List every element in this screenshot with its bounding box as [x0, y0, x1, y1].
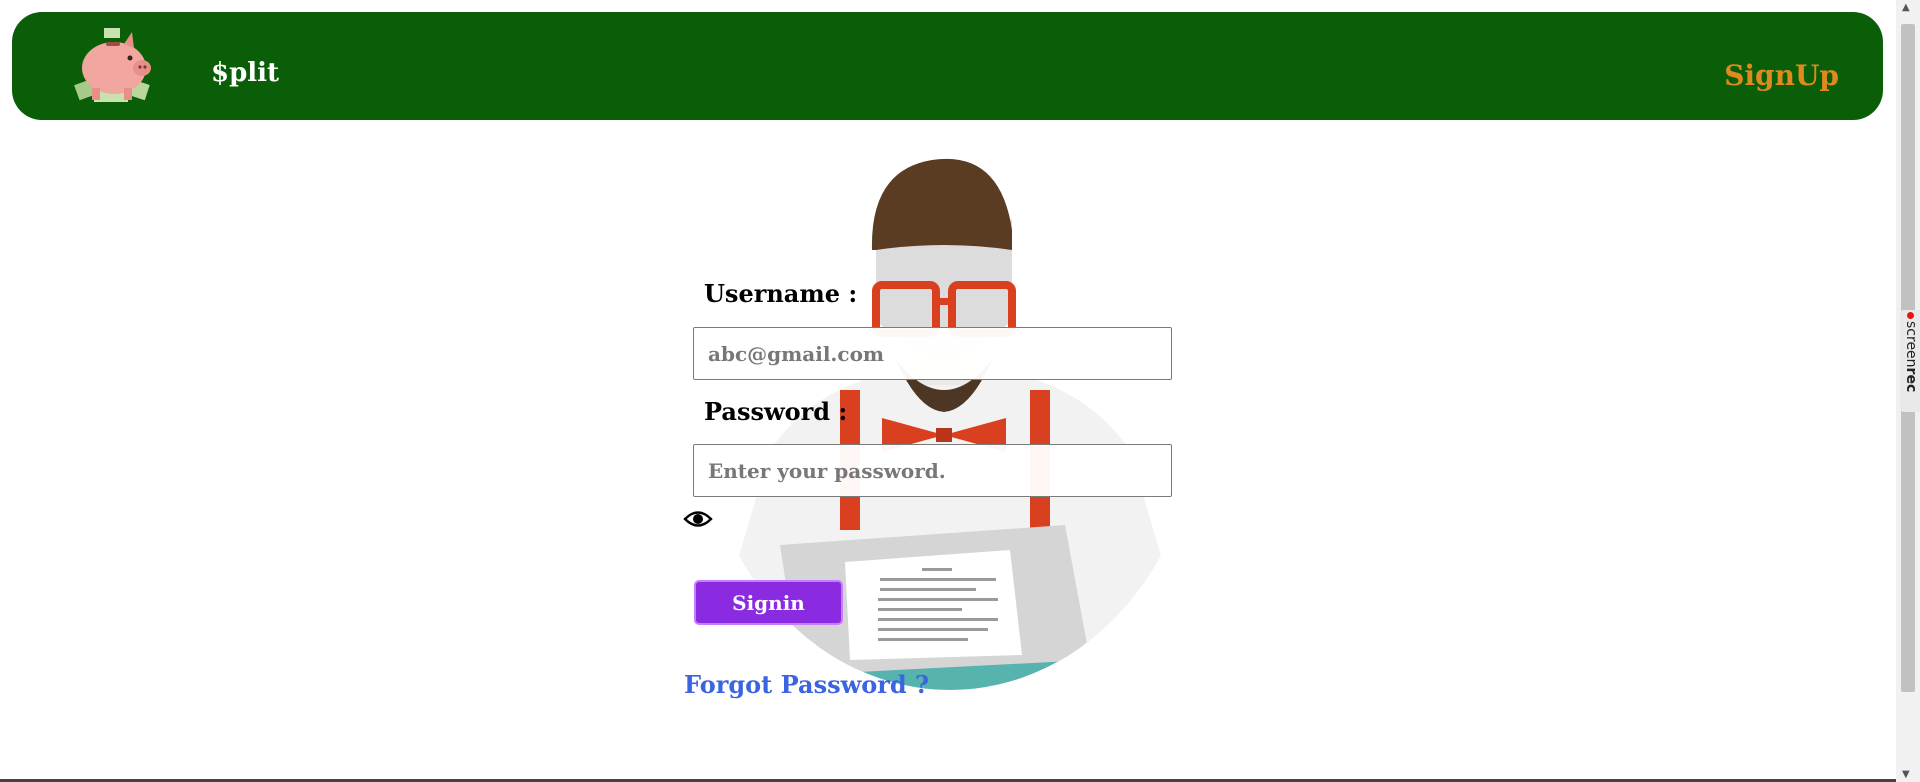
- record-dot-icon: [1907, 312, 1914, 319]
- username-label: Username :: [704, 279, 858, 308]
- piggy-bank-icon[interactable]: [68, 22, 158, 110]
- username-input[interactable]: [693, 327, 1172, 380]
- screenrec-label: screenrec: [1901, 312, 1919, 412]
- navbar: $plit SignUp: [12, 12, 1883, 120]
- password-label: Password :: [704, 397, 848, 426]
- brand-title[interactable]: $plit: [211, 58, 279, 88]
- forgot-password-link[interactable]: Forgot Password ?: [684, 670, 929, 699]
- signup-link[interactable]: SignUp: [1724, 59, 1839, 92]
- scroll-down-arrow-icon[interactable]: ▼: [1902, 769, 1910, 780]
- screenrec-tab[interactable]: screenrec: [1900, 310, 1920, 412]
- eye-icon[interactable]: [683, 506, 713, 532]
- password-input[interactable]: [693, 444, 1172, 497]
- signin-button[interactable]: Signin: [694, 580, 843, 625]
- scroll-up-arrow-icon[interactable]: ▲: [1902, 2, 1910, 13]
